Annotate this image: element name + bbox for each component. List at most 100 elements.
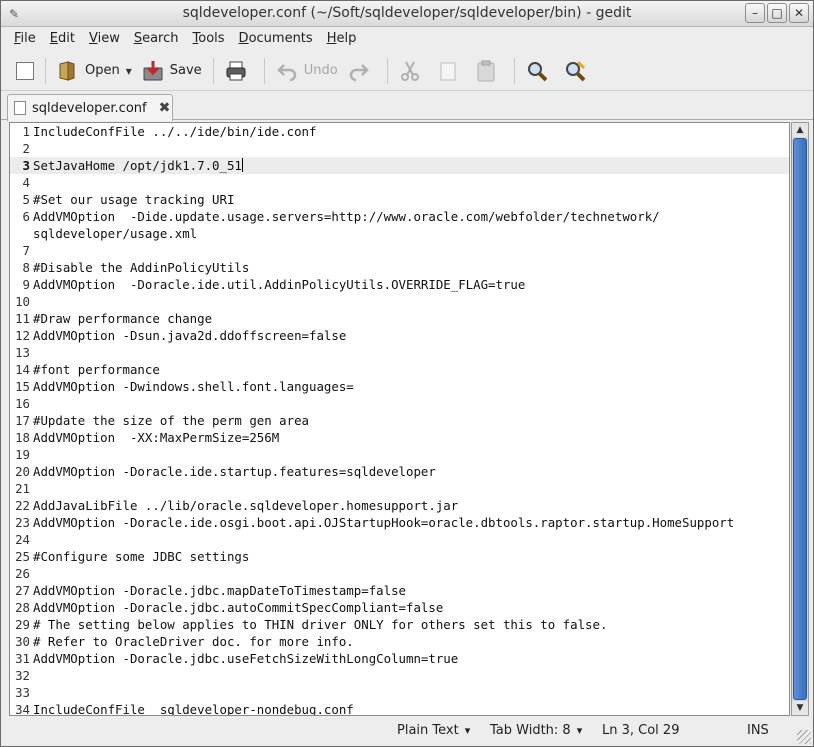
editor-line[interactable]: 26 [10, 565, 789, 582]
editor-line[interactable]: 6 AddVMOption -Dide.update.usage.servers=… [10, 208, 789, 225]
text-editor[interactable]: 1 IncludeConfFile ../../ide/bin/ide.conf 2… [9, 122, 790, 716]
editor-line[interactable]: 9 AddVMOption -Doracle.ide.util.AddinPoli… [10, 276, 789, 293]
undo-button[interactable]: Undo [271, 56, 343, 86]
editor-line[interactable]: sqldeveloper/usage.xml [10, 225, 789, 242]
editor-line[interactable]: 4 [10, 174, 789, 191]
paste-button[interactable] [470, 56, 508, 86]
cursor-position-label: Ln 3, Col 29 [602, 723, 680, 738]
editor-line[interactable]: 31 AddVMOption -Doracle.jdbc.useFetchSize… [10, 650, 789, 667]
editor-line[interactable]: 16 [10, 395, 789, 412]
editor-line[interactable]: 20 AddVMOption -Doracle.ide.startup.featu… [10, 463, 789, 480]
line-number: 22 [15, 498, 30, 513]
editor-line[interactable]: 23 AddVMOption -Doracle.ide.osgi.boot.api… [10, 514, 789, 531]
editor-line[interactable]: 28 AddVMOption -Doracle.jdbc.autoCommitSp… [10, 599, 789, 616]
open-folder-icon [57, 60, 79, 82]
editor-line[interactable]: 33 [10, 684, 789, 701]
editor-line[interactable]: 7 [10, 242, 789, 259]
maximize-button[interactable]: □ [767, 3, 787, 23]
editor-line[interactable]: 32 [10, 667, 789, 684]
editor-line[interactable]: 11 #Draw performance change [10, 310, 789, 327]
language-selector[interactable]: Plain Text ▾ [397, 723, 470, 738]
line-number: 24 [15, 532, 30, 547]
editor-line[interactable]: 12 AddVMOption -Dsun.java2d.ddoffscreen=f… [10, 327, 789, 344]
editor-line[interactable]: 13 [10, 344, 789, 361]
resize-grip-icon[interactable] [797, 730, 811, 744]
title-bar[interactable]: ✎ sqldeveloper.conf (~/Soft/sqldeveloper… [1, 1, 813, 27]
new-document-button[interactable] [11, 56, 39, 86]
editor-line[interactable]: 17 #Update the size of the perm gen area [10, 412, 789, 429]
copy-button[interactable] [432, 56, 470, 86]
text-document-icon [14, 101, 26, 115]
editor-line[interactable]: 24 [10, 531, 789, 548]
line-number: 2 [22, 141, 30, 156]
editor-line[interactable]: 1 IncludeConfFile ../../ide/bin/ide.conf [10, 123, 789, 140]
editor-line[interactable]: 27 AddVMOption -Doracle.jdbc.mapDateToTim… [10, 582, 789, 599]
editor-line[interactable]: 18 AddVMOption -XX:MaxPermSize=256M [10, 429, 789, 446]
undo-button-label: Undo [303, 63, 338, 78]
menu-search[interactable]: Search [127, 28, 186, 50]
document-tab[interactable]: sqldeveloper.conf ✖ [7, 94, 173, 121]
editor-line[interactable]: 10 [10, 293, 789, 310]
menu-edit[interactable]: Edit [43, 28, 82, 50]
editor-line[interactable]: 8 #Disable the AddinPolicyUtils [10, 259, 789, 276]
cursor-position: Ln 3, Col 29 [602, 723, 679, 738]
redo-icon [348, 60, 370, 82]
line-number: 1 [22, 124, 30, 139]
find-button[interactable] [521, 56, 559, 86]
line-text: AddVMOption -Doracle.jdbc.mapDateToTimes… [33, 583, 406, 598]
close-tab-icon[interactable]: ✖ [159, 100, 171, 116]
scroll-up-icon[interactable]: ▲ [792, 123, 808, 137]
editor-line[interactable]: 30 # Refer to OracleDriver doc. for more … [10, 633, 789, 650]
open-button[interactable]: Open ▾ [52, 56, 137, 86]
insert-mode: INS [747, 723, 769, 738]
line-number: 17 [15, 413, 30, 428]
line-text: # The setting below applies to THIN driv… [33, 617, 608, 632]
line-text: #Disable the AddinPolicyUtils [33, 260, 250, 275]
line-number: 5 [22, 192, 30, 207]
redo-button[interactable] [343, 56, 381, 86]
insert-mode-label: INS [747, 723, 769, 738]
line-text: AddVMOption -Doracle.ide.startup.feature… [33, 464, 436, 479]
save-button[interactable]: Save [137, 56, 207, 86]
menu-view[interactable]: View [82, 28, 127, 50]
editor-line[interactable]: 21 [10, 480, 789, 497]
editor-line[interactable]: 25 #Configure some JDBC settings [10, 548, 789, 565]
find-replace-button[interactable] [559, 56, 597, 86]
close-button[interactable]: ✕ [789, 3, 809, 23]
scrollbar-thumb[interactable] [793, 138, 807, 700]
editor-line[interactable]: 2 [10, 140, 789, 157]
save-button-label: Save [169, 63, 202, 78]
line-number: 14 [15, 362, 30, 377]
line-number: 26 [15, 566, 30, 581]
language-label: Plain Text [397, 723, 459, 738]
line-number: 9 [22, 277, 30, 292]
menu-help-mnemonic: H [326, 31, 337, 46]
editor-line[interactable]: 29 # The setting below applies to THIN dr… [10, 616, 789, 633]
editor-line[interactable]: 3 SetJavaHome /opt/jdk1.7.0_51 [10, 157, 789, 174]
editor-line[interactable]: 15 AddVMOption -Dwindows.shell.font.langu… [10, 378, 789, 395]
vertical-scrollbar[interactable]: ▲ ▼ [791, 122, 809, 716]
toolbar-separator [386, 57, 388, 84]
tab-width-selector[interactable]: Tab Width: 8 ▾ [490, 723, 582, 738]
open-recent-dropdown-icon[interactable]: ▾ [126, 64, 132, 78]
print-button[interactable] [220, 56, 258, 86]
menu-bar: File Edit View Search Tools Documents He… [1, 28, 813, 50]
menu-file[interactable]: File [7, 28, 43, 50]
editor-line[interactable]: 34 IncludeConfFile sqldeveloper-nondebug.… [10, 701, 789, 715]
menu-documents[interactable]: Documents [232, 28, 320, 50]
editor-line[interactable]: 14 #font performance [10, 361, 789, 378]
line-number: 8 [22, 260, 30, 275]
editor-line[interactable]: 22 AddJavaLibFile ../lib/oracle.sqldevelo… [10, 497, 789, 514]
cut-button[interactable] [394, 56, 432, 86]
editor-line[interactable]: 19 [10, 446, 789, 463]
scroll-down-icon[interactable]: ▼ [792, 701, 808, 715]
toolbar-separator [45, 57, 46, 84]
minimize-button[interactable]: – [745, 3, 765, 23]
save-icon [142, 60, 164, 82]
editor-line[interactable]: 5 #Set our usage tracking URI [10, 191, 789, 208]
line-text: # Refer to OracleDriver doc. for more in… [33, 634, 354, 649]
line-number: 27 [15, 583, 30, 598]
menu-tools[interactable]: Tools [186, 28, 232, 50]
menu-search-label: earch [142, 31, 179, 46]
menu-help[interactable]: Help [320, 28, 364, 50]
